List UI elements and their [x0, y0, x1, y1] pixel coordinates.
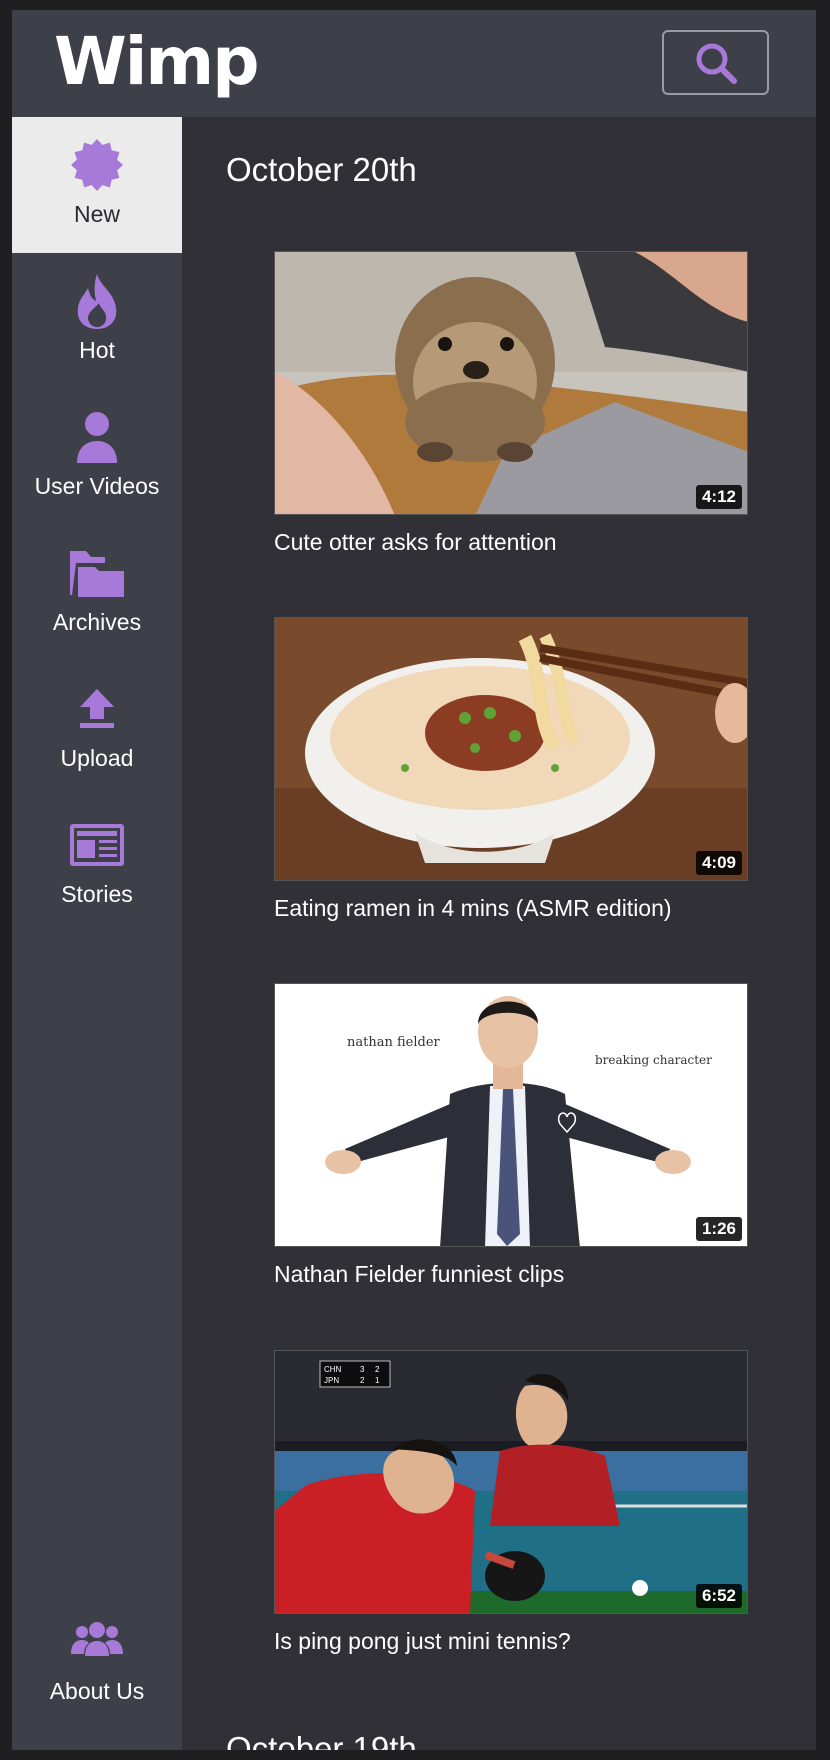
nav-label: Stories: [61, 881, 133, 907]
ping-pong-thumbnail-image: CHN 3 2 JPN 2 1: [275, 1351, 747, 1613]
duration-badge: 4:09: [695, 851, 742, 875]
group-icon: [71, 1622, 123, 1656]
thumbnail-overlay-left: nathan fielder: [347, 1035, 441, 1050]
scoreboard-team-2-score-a: 2: [360, 1376, 365, 1385]
nav-label: Archives: [52, 609, 142, 635]
video-title[interactable]: Nathan Fielder funniest clips: [274, 1261, 748, 1288]
nav-item-user-videos[interactable]: User Videos: [12, 389, 182, 525]
folder-icon: [70, 551, 124, 597]
nav-item-hot[interactable]: Hot: [12, 253, 182, 389]
newspaper-icon: [70, 824, 124, 866]
scoreboard-team-2: JPN: [324, 1376, 339, 1385]
video-title[interactable]: Is ping pong just mini tennis?: [274, 1628, 748, 1655]
date-heading: October 19th: [226, 1730, 417, 1750]
nav-label: Upload: [60, 745, 134, 771]
otter-thumbnail-image: [275, 252, 747, 514]
nathan-fielder-thumbnail-image: nathan fielder breaking character: [275, 984, 747, 1246]
nav-label: About Us: [49, 1678, 145, 1704]
video-title[interactable]: Cute otter asks for attention: [274, 529, 748, 556]
nav-label: User Videos: [34, 473, 160, 499]
video-card[interactable]: CHN 3 2 JPN 2 1 6:52 Is ping pong just m…: [274, 1350, 748, 1655]
sidebar: New Hot User Videos Archives Upload Stor…: [12, 117, 182, 1750]
duration-badge: 6:52: [695, 1584, 742, 1608]
nav-item-about-us[interactable]: About Us: [12, 1594, 182, 1730]
scoreboard-team-1-score-a: 3: [360, 1365, 365, 1374]
duration-badge: 4:12: [695, 485, 742, 509]
magnifier-icon: [696, 43, 737, 84]
top-bar: Wimp: [12, 10, 816, 117]
thumbnail-overlay-right: breaking character: [595, 1053, 712, 1067]
nav-item-new[interactable]: New: [12, 117, 182, 253]
nav-label: New: [73, 201, 120, 227]
scoreboard-team-1: CHN: [324, 1365, 342, 1374]
search-button[interactable]: [662, 30, 769, 95]
video-card[interactable]: 4:12 Cute otter asks for attention: [274, 251, 748, 556]
video-thumbnail[interactable]: nathan fielder breaking character 1:26: [274, 983, 748, 1247]
duration-badge: 1:26: [695, 1217, 742, 1241]
video-feed: October 20th 4:12 Cute otter asks for at…: [182, 117, 816, 1750]
nav-item-upload[interactable]: Upload: [12, 661, 182, 797]
flame-icon: [77, 274, 117, 329]
scoreboard-team-1-score-b: 2: [375, 1365, 380, 1374]
upload-icon: [80, 689, 114, 728]
video-card[interactable]: 4:09 Eating ramen in 4 mins (ASMR editio…: [274, 617, 748, 922]
user-icon: [77, 412, 117, 463]
video-title[interactable]: Eating ramen in 4 mins (ASMR edition): [274, 895, 748, 922]
nav-item-archives[interactable]: Archives: [12, 525, 182, 661]
video-thumbnail[interactable]: CHN 3 2 JPN 2 1 6:52: [274, 1350, 748, 1614]
app-window: Wimp New Hot User Videos Archives Upload…: [12, 10, 816, 1750]
video-thumbnail[interactable]: 4:09: [274, 617, 748, 881]
video-thumbnail[interactable]: 4:12: [274, 251, 748, 515]
ramen-thumbnail-image: [275, 618, 747, 880]
video-card[interactable]: nathan fielder breaking character 1:26 N…: [274, 983, 748, 1288]
scoreboard-team-2-score-b: 1: [375, 1376, 380, 1385]
wimp-logo[interactable]: Wimp: [54, 22, 259, 102]
nav-label: Hot: [79, 337, 115, 363]
date-heading: October 20th: [226, 151, 417, 188]
starburst-icon: [71, 139, 123, 191]
nav-item-stories[interactable]: Stories: [12, 797, 182, 933]
